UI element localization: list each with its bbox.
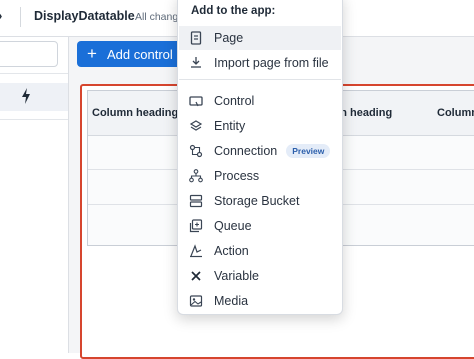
menu-item-label: Media (214, 294, 249, 308)
import-icon (188, 55, 204, 71)
menu-item-connection[interactable]: Connection Preview (179, 139, 341, 163)
action-icon (188, 243, 204, 259)
menu-item-storage-bucket[interactable]: Storage Bucket (179, 189, 341, 213)
divider (20, 7, 21, 27)
menu-item-control[interactable]: Control (179, 89, 341, 113)
add-to-app-menu: Add to the app: Page Import page from fi… (177, 0, 343, 315)
variable-icon (188, 268, 204, 284)
process-icon (188, 168, 204, 184)
menu-item-label: Action (214, 244, 249, 258)
menu-header: Add to the app: (191, 5, 276, 17)
media-icon (188, 293, 204, 309)
left-panel-item-events[interactable] (0, 83, 68, 111)
menu-divider (179, 79, 341, 80)
column-heading[interactable]: Column heading (92, 107, 178, 119)
menu-item-variable[interactable]: Variable (179, 264, 341, 288)
add-control-button[interactable]: + Add control (77, 41, 181, 67)
menu-item-page[interactable]: Page (179, 26, 341, 50)
menu-item-label: Process (214, 169, 260, 183)
divider (0, 73, 68, 74)
menu-item-label: Control (214, 94, 255, 108)
menu-item-label: Queue (214, 219, 252, 233)
left-panel (0, 37, 69, 353)
control-icon (188, 93, 204, 109)
menu-item-label: Entity (214, 119, 246, 133)
menu-item-label: Variable (214, 269, 259, 283)
menu-item-label: Page (214, 31, 244, 45)
connection-icon (188, 143, 204, 159)
entity-icon (188, 118, 204, 134)
plus-icon: + (87, 44, 97, 63)
preview-badge: Preview (286, 144, 331, 158)
app-title: DisplayDatatable (34, 9, 135, 23)
menu-item-label: Connection (214, 144, 278, 158)
add-control-label: Add control (107, 46, 173, 62)
menu-item-media[interactable]: Media (179, 289, 341, 313)
menu-item-action[interactable]: Action (179, 239, 341, 263)
page-icon (188, 30, 204, 46)
menu-item-label: Import page from file (214, 56, 329, 70)
menu-item-entity[interactable]: Entity (179, 114, 341, 138)
back-chevron-icon[interactable]: › (0, 8, 2, 23)
storage-bucket-icon (188, 193, 204, 209)
column-heading[interactable]: Column (437, 107, 474, 119)
divider (0, 119, 68, 120)
menu-item-process[interactable]: Process (179, 164, 341, 188)
menu-item-label: Storage Bucket (214, 194, 300, 208)
menu-item-import-page[interactable]: Import page from file (179, 51, 341, 75)
queue-icon (188, 218, 204, 234)
left-panel-search-input[interactable] (0, 41, 58, 67)
lightning-icon (20, 87, 32, 105)
menu-item-queue[interactable]: Queue (179, 214, 341, 238)
